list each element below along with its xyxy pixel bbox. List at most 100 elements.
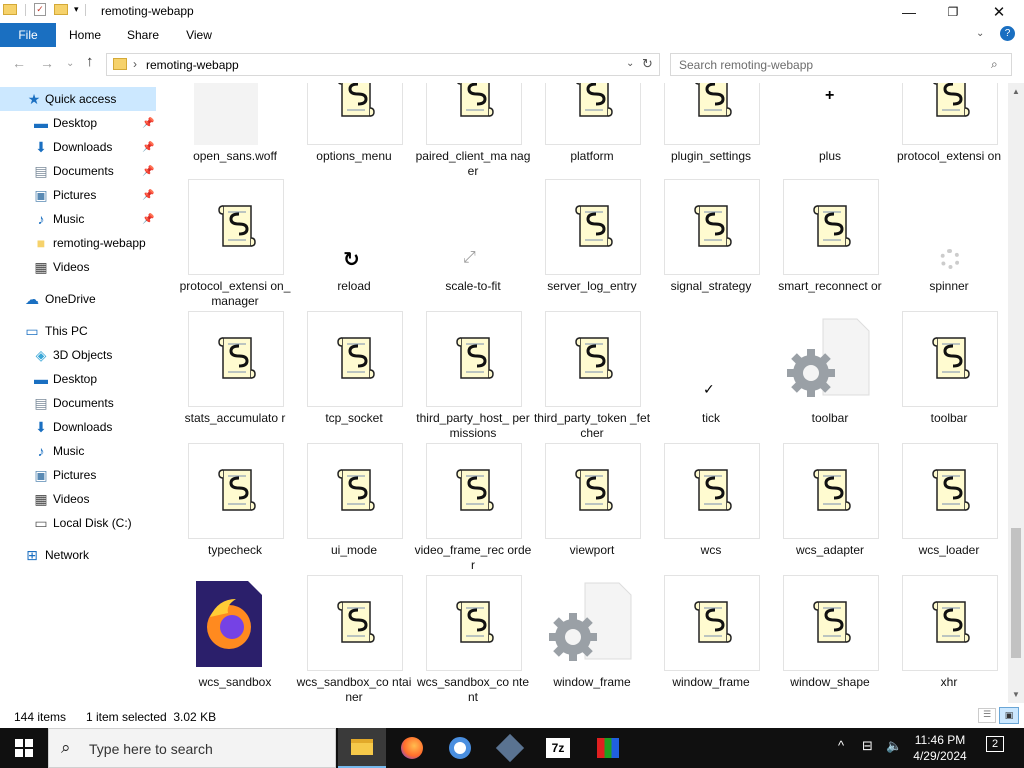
- sidebar-item-videos[interactable]: ▦ Videos: [0, 255, 156, 279]
- file-item[interactable]: ✓ tick: [652, 311, 770, 441]
- start-button[interactable]: [0, 728, 48, 768]
- file-item[interactable]: toolbar: [890, 311, 1008, 441]
- volume-muted-icon[interactable]: 🔈: [886, 738, 902, 754]
- file-item[interactable]: typecheck: [176, 443, 294, 573]
- file-item[interactable]: wcs_adapter: [771, 443, 889, 573]
- file-item[interactable]: stats_accumulato r: [176, 311, 294, 441]
- file-item[interactable]: viewport: [533, 443, 651, 573]
- tab-file[interactable]: File: [0, 23, 56, 47]
- file-item[interactable]: options_menu: [295, 83, 413, 179]
- new-folder-icon[interactable]: [54, 4, 68, 15]
- sidebar-item-local-disk-c[interactable]: ▭ Local Disk (C:): [0, 511, 156, 535]
- sidebar-item-documents[interactable]: ▤ Documents 📌: [0, 159, 156, 183]
- sidebar-item-documents[interactable]: ▤ Documents: [0, 391, 156, 415]
- sidebar-item-network[interactable]: ⊞ Network: [0, 543, 156, 567]
- minimize-button[interactable]: —: [886, 0, 932, 23]
- file-name: smart_reconnect or: [778, 279, 882, 293]
- sidebar-item-downloads[interactable]: ⬇ Downloads 📌: [0, 135, 156, 159]
- sidebar-item-remoting-webapp[interactable]: ■ remoting-webapp: [0, 231, 156, 255]
- taskbar-firefox[interactable]: [388, 728, 436, 768]
- file-item[interactable]: spinner: [890, 179, 1008, 309]
- taskbar-app[interactable]: [584, 728, 632, 768]
- file-item[interactable]: + plus: [771, 83, 889, 179]
- file-item[interactable]: wcs_loader: [890, 443, 1008, 573]
- forward-icon[interactable]: →: [40, 55, 54, 71]
- script-icon: [426, 311, 522, 407]
- notification-center-icon[interactable]: 2: [986, 736, 1004, 752]
- file-item[interactable]: server_log_entry: [533, 179, 651, 309]
- taskbar-file-explorer[interactable]: [338, 728, 386, 768]
- file-item[interactable]: third_party_host_ permissions: [414, 311, 532, 441]
- taskbar-search[interactable]: ⌕ Type here to search: [48, 728, 336, 768]
- details-view-icon[interactable]: ☰: [978, 708, 996, 723]
- large-icons-view-icon[interactable]: ▣: [999, 707, 1019, 724]
- search-icon[interactable]: ⌕: [991, 57, 998, 72]
- sidebar-item-music[interactable]: ♪ Music: [0, 439, 156, 463]
- file-item[interactable]: open_sans.woff: [176, 83, 294, 179]
- tab-home[interactable]: Home: [58, 23, 112, 47]
- file-item[interactable]: window_frame: [652, 575, 770, 703]
- tab-view[interactable]: View: [172, 23, 226, 47]
- tab-share[interactable]: Share: [116, 23, 170, 47]
- breadcrumb[interactable]: remoting-webapp: [146, 58, 239, 72]
- sidebar-item-pictures[interactable]: ▣ Pictures: [0, 463, 156, 487]
- sidebar-item-music[interactable]: ♪ Music 📌: [0, 207, 156, 231]
- sidebar-item-quick-access[interactable]: ★ Quick access: [0, 87, 156, 111]
- taskbar-virtualbox[interactable]: [486, 728, 534, 768]
- scroll-down-icon[interactable]: ▼: [1012, 690, 1020, 699]
- file-item[interactable]: video_frame_rec order: [414, 443, 532, 573]
- sidebar-item-downloads[interactable]: ⬇ Downloads: [0, 415, 156, 439]
- file-item[interactable]: protocol_extensi on_manager: [176, 179, 294, 309]
- folder-icon[interactable]: [3, 4, 17, 15]
- expand-ribbon-icon[interactable]: ⌄: [976, 28, 984, 39]
- clock-date[interactable]: 4/29/2024: [912, 749, 968, 763]
- file-item[interactable]: plugin_settings: [652, 83, 770, 179]
- file-item[interactable]: wcs_sandbox_co ntent: [414, 575, 532, 703]
- clock-time[interactable]: 11:46 PM: [912, 733, 968, 747]
- up-icon[interactable]: ↑: [86, 53, 94, 70]
- taskbar-chrome[interactable]: [436, 728, 484, 768]
- refresh-icon[interactable]: ↻: [642, 56, 653, 72]
- close-button[interactable]: ✕: [976, 0, 1022, 23]
- address-dropdown-icon[interactable]: ⌄: [626, 58, 634, 69]
- back-icon[interactable]: ←: [12, 55, 26, 71]
- sidebar-item-3d-objects[interactable]: ◈ 3D Objects: [0, 343, 156, 367]
- file-item[interactable]: protocol_extensi on: [890, 83, 1008, 179]
- vertical-scrollbar[interactable]: ▲ ▼: [1008, 83, 1024, 703]
- scrollbar-thumb[interactable]: [1011, 528, 1021, 658]
- file-item[interactable]: xhr: [890, 575, 1008, 703]
- file-item[interactable]: wcs: [652, 443, 770, 573]
- show-hidden-icons-icon[interactable]: ^: [838, 738, 844, 753]
- file-item[interactable]: ⤢ scale-to-fit: [414, 179, 532, 309]
- properties-icon[interactable]: ✓: [34, 3, 46, 16]
- file-item[interactable]: third_party_token _fetcher: [533, 311, 651, 441]
- taskbar-7zip[interactable]: 7z: [534, 728, 582, 768]
- sidebar-item-onedrive[interactable]: ☁ OneDrive: [0, 287, 156, 311]
- sidebar-item-desktop[interactable]: ▬ Desktop 📌: [0, 111, 156, 135]
- file-item[interactable]: wcs_sandbox_co ntainer: [295, 575, 413, 703]
- help-icon[interactable]: ?: [1000, 26, 1015, 41]
- address-bar[interactable]: › remoting-webapp ⌄ ↻: [106, 53, 660, 76]
- file-item[interactable]: wcs_sandbox: [176, 575, 294, 703]
- file-item[interactable]: toolbar: [771, 311, 889, 441]
- network-tray-icon[interactable]: ⊟: [862, 738, 873, 754]
- file-item[interactable]: tcp_socket: [295, 311, 413, 441]
- sidebar-item-videos[interactable]: ▦ Videos: [0, 487, 156, 511]
- file-item[interactable]: signal_strategy: [652, 179, 770, 309]
- status-bar: 144 items 1 item selected 3.02 KB ☰ ▣: [0, 703, 1024, 729]
- customize-quick-access-icon[interactable]: ▾: [74, 4, 79, 15]
- sidebar-item-desktop[interactable]: ▬ Desktop: [0, 367, 156, 391]
- file-item[interactable]: paired_client_ma nager: [414, 83, 532, 179]
- search-input[interactable]: Search remoting-webapp ⌕: [670, 53, 1012, 76]
- sidebar-item-this-pc[interactable]: ▭ This PC: [0, 319, 156, 343]
- recent-locations-icon[interactable]: ⌄: [66, 58, 74, 69]
- sidebar-item-pictures[interactable]: ▣ Pictures 📌: [0, 183, 156, 207]
- maximize-button[interactable]: ❐: [930, 0, 976, 23]
- file-item[interactable]: window_shape: [771, 575, 889, 703]
- file-item[interactable]: smart_reconnect or: [771, 179, 889, 309]
- file-item[interactable]: platform: [533, 83, 651, 179]
- file-item[interactable]: ↻ reload: [295, 179, 413, 309]
- scroll-up-icon[interactable]: ▲: [1012, 87, 1020, 96]
- file-item[interactable]: ui_mode: [295, 443, 413, 573]
- file-item[interactable]: window_frame: [533, 575, 651, 703]
